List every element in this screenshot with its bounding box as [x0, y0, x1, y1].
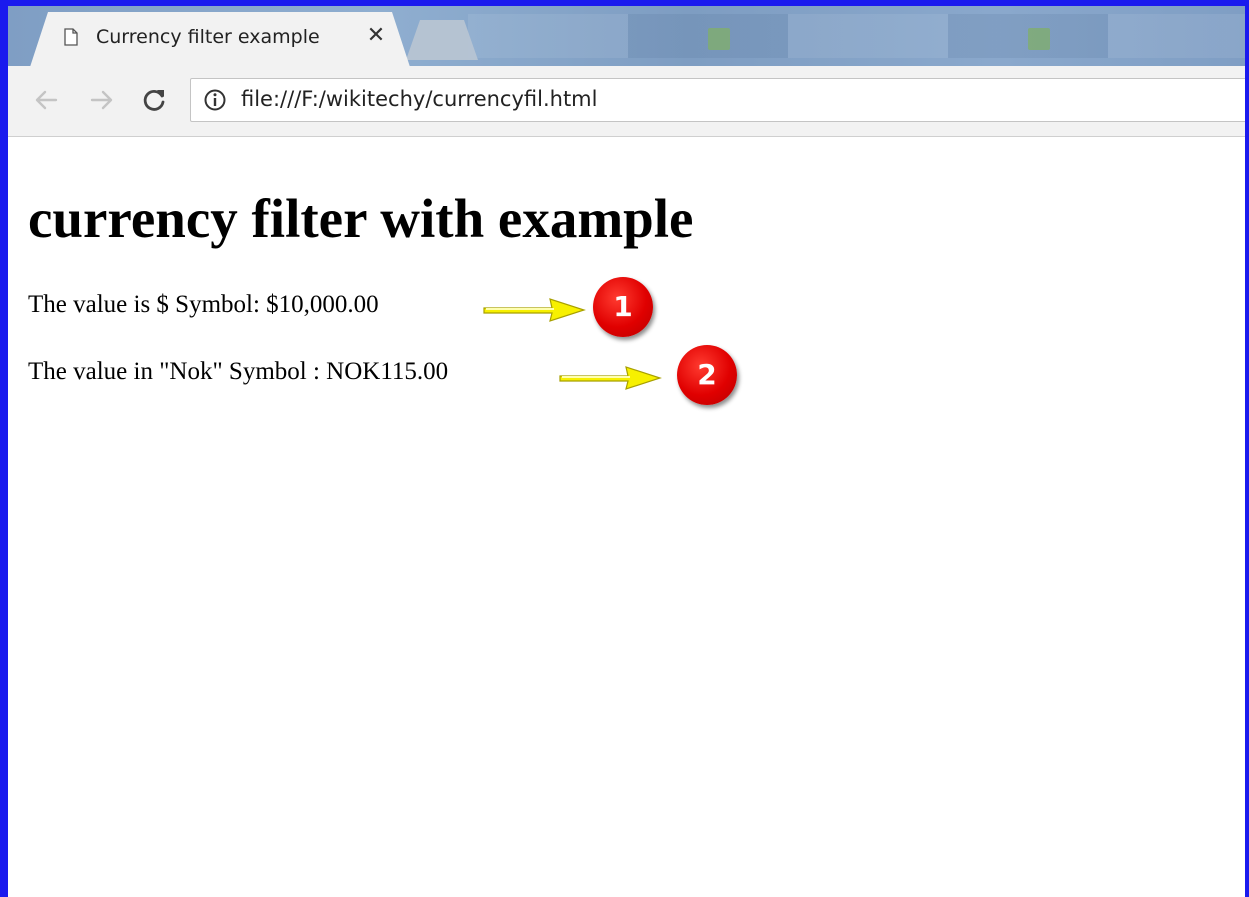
blurred-tab-icon	[708, 28, 730, 50]
screenshot-frame: Currency filter example ✕ file:///F:/wik…	[0, 0, 1249, 897]
tab-close-icon[interactable]: ✕	[364, 24, 388, 48]
currency-line-nok: The value in "Nok" Symbol : NOK115.00	[28, 358, 449, 385]
forward-arrow-icon[interactable]	[86, 84, 118, 116]
arrow-right-icon	[483, 298, 586, 322]
url-text: file:///F:/wikitechy/currencyfil.html	[241, 87, 598, 111]
page-icon	[64, 28, 78, 46]
back-arrow-icon[interactable]	[30, 84, 62, 116]
page-title: currency filter with example	[28, 188, 694, 249]
blurred-background-tabs	[468, 14, 1245, 58]
tab-title: Currency filter example	[96, 26, 320, 48]
currency-line-dollar: The value is $ Symbol: $10,000.00	[28, 291, 379, 318]
blurred-tab-icon	[1028, 28, 1050, 50]
browser-toolbar: file:///F:/wikitechy/currencyfil.html	[8, 66, 1245, 137]
page-content: currency filter with example The value i…	[8, 137, 1245, 897]
arrow-right-icon	[559, 366, 662, 390]
step-badge-1: 1	[593, 277, 653, 337]
address-bar[interactable]: file:///F:/wikitechy/currencyfil.html	[190, 78, 1245, 122]
reload-icon[interactable]	[138, 84, 170, 116]
tab-strip: Currency filter example ✕	[8, 6, 1245, 67]
info-icon[interactable]	[203, 88, 227, 112]
step-badge-2: 2	[677, 345, 737, 405]
